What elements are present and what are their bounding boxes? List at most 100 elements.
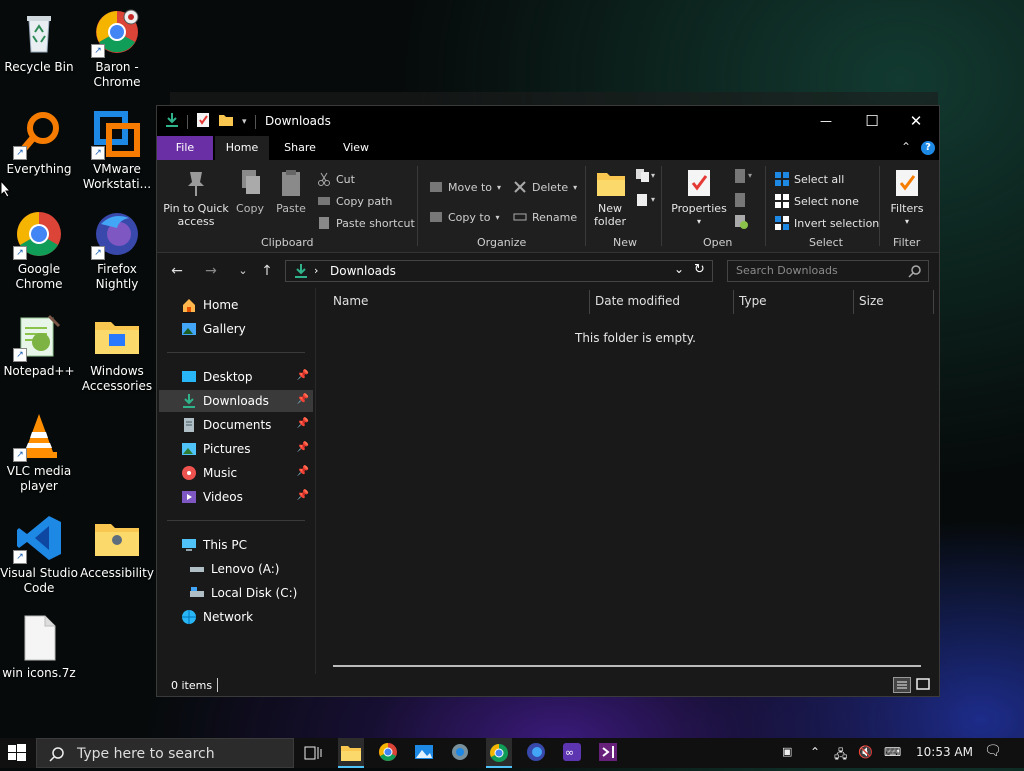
pin-icon[interactable]: 📌 (297, 394, 309, 405)
taskbar-visual-studio[interactable] (598, 742, 620, 764)
pin-icon[interactable]: 📌 (297, 442, 309, 453)
pin-icon[interactable]: 📌 (297, 370, 309, 381)
paste-button[interactable]: Paste (273, 168, 309, 215)
pin-icon[interactable]: 📌 (297, 418, 309, 429)
address-bar[interactable]: › Downloads ⌄ ↻ (285, 260, 713, 282)
taskbar-file-explorer[interactable] (338, 738, 364, 768)
nav-item-videos[interactable]: Videos 📌 (159, 486, 313, 508)
nav-item-this-pc[interactable]: This PC (159, 534, 313, 556)
horizontal-scrollbar[interactable] (333, 665, 921, 667)
search-box[interactable]: Search Downloads (727, 260, 929, 282)
nav-item-lenovo-drive[interactable]: Lenovo (A:) (159, 558, 313, 580)
easy-access-icon[interactable]: ▾ (635, 192, 657, 211)
maximize-button[interactable]: ☐ (849, 106, 895, 136)
volume-muted-icon[interactable]: 🔇 (858, 745, 873, 759)
desktop-icon-vscode[interactable]: ↗ Visual Studio Code (0, 514, 78, 596)
taskbar-vs-app[interactable]: ∞ (562, 742, 584, 764)
details-view-button[interactable] (893, 677, 911, 693)
pin-icon[interactable]: 📌 (297, 466, 309, 477)
copy-to-button[interactable]: Copy to ▾ (429, 210, 499, 224)
taskbar-image-viewer[interactable] (414, 742, 436, 764)
desktop-icon-everything[interactable]: ↗ Everything (0, 110, 78, 177)
tab-share[interactable]: Share (277, 136, 323, 160)
tray-notification-app-icon[interactable]: ▣ (782, 745, 792, 758)
new-folder-quick-icon[interactable] (218, 113, 234, 130)
minimize-button[interactable]: — (803, 106, 849, 136)
select-none-button[interactable]: Select none (775, 194, 859, 208)
task-view-button[interactable] (302, 742, 324, 764)
properties-button[interactable]: Properties ▾ (671, 168, 727, 228)
nav-item-home[interactable]: Home (159, 294, 313, 316)
column-separator[interactable] (853, 290, 854, 314)
notifications-icon[interactable]: 🗨 (984, 743, 1002, 759)
nav-item-music[interactable]: Music 📌 (159, 462, 313, 484)
search-input[interactable]: Search Downloads (736, 264, 838, 277)
tab-file[interactable]: File (157, 136, 213, 160)
move-to-button[interactable]: Move to ▾ (429, 180, 501, 194)
forward-button[interactable]: → (201, 262, 221, 280)
desktop-icon-firefox-nightly[interactable]: ↗ Firefox Nightly (78, 210, 156, 292)
desktop-icon-google-chrome[interactable]: ↗ Google Chrome (0, 210, 78, 292)
taskbar-search-input[interactable]: Type here to search (77, 746, 215, 762)
column-header-date-modified[interactable]: Date modified (595, 294, 680, 308)
taskbar-search-box[interactable]: Type here to search (36, 738, 294, 768)
up-button[interactable]: ↑ (257, 262, 277, 280)
cut-button[interactable]: Cut (317, 172, 355, 186)
copy-button[interactable]: Copy (233, 168, 267, 215)
large-icons-view-button[interactable] (915, 677, 933, 693)
network-status-icon[interactable]: 🖧 (834, 745, 847, 766)
column-header-size[interactable]: Size (859, 294, 884, 308)
start-button[interactable] (8, 744, 26, 765)
tab-home[interactable]: Home (215, 136, 269, 160)
taskbar-chrome-profile[interactable] (486, 738, 512, 768)
delete-button[interactable]: Delete ▾ (513, 180, 577, 194)
refresh-icon[interactable]: ↻ (694, 262, 705, 277)
open-file-icon[interactable]: ▾ (733, 168, 755, 187)
nav-item-downloads[interactable]: Downloads 📌 (159, 390, 313, 412)
recent-locations-chevron-icon[interactable]: ⌄ (233, 262, 253, 280)
keyboard-icon[interactable]: ⌨ (884, 745, 901, 759)
tab-view[interactable]: View (333, 136, 379, 160)
clock[interactable]: 10:53 AM (916, 745, 973, 759)
paste-shortcut-button[interactable]: Paste shortcut (317, 216, 415, 230)
select-all-button[interactable]: Select all (775, 172, 844, 186)
desktop-icon-win-icons-7z[interactable]: win icons.7z (0, 614, 78, 681)
nav-item-local-disk[interactable]: Local Disk (C:) (159, 582, 313, 604)
nav-item-pictures[interactable]: Pictures 📌 (159, 438, 313, 460)
pane-splitter[interactable] (315, 288, 316, 674)
new-folder-button[interactable]: New folder (591, 168, 629, 228)
column-header-name[interactable]: Name (333, 294, 368, 308)
rename-button[interactable]: Rename (513, 210, 577, 224)
pin-icon[interactable]: 📌 (297, 490, 309, 501)
taskbar-firefox-nightly[interactable] (526, 742, 548, 764)
desktop-icon-baron-chrome[interactable]: ↗ Baron - Chrome (78, 8, 156, 90)
nav-item-gallery[interactable]: Gallery (159, 318, 313, 340)
back-button[interactable]: ← (167, 262, 187, 280)
show-hidden-icons-chevron-icon[interactable]: ⌃ (810, 745, 820, 759)
breadcrumb-chevron-icon[interactable]: › (314, 264, 318, 277)
taskbar-settings[interactable] (450, 742, 472, 764)
properties-quick-icon[interactable] (196, 112, 210, 131)
desktop-icon-vlc[interactable]: ↗ VLC media player (0, 412, 78, 494)
address-history-chevron-icon[interactable]: ⌄ (674, 262, 684, 276)
column-separator[interactable] (589, 290, 590, 314)
desktop-icon-accessibility[interactable]: Accessibility (78, 514, 156, 581)
close-button[interactable]: ✕ (893, 106, 939, 136)
nav-item-network[interactable]: Network (159, 606, 313, 628)
desktop-icon-windows-accessories[interactable]: Windows Accessories (78, 312, 156, 394)
pin-to-quick-access-button[interactable]: Pin to Quick access (163, 168, 229, 228)
column-header-type[interactable]: Type (739, 294, 767, 308)
desktop-icon-recycle-bin[interactable]: Recycle Bin (0, 8, 78, 75)
desktop-icon-notepadpp[interactable]: ↗ Notepad++ (0, 312, 78, 379)
filters-button[interactable]: Filters ▾ (887, 168, 927, 228)
nav-item-desktop[interactable]: Desktop 📌 (159, 366, 313, 388)
title-bar[interactable]: ▾ Downloads — ☐ ✕ (157, 106, 939, 136)
column-separator[interactable] (733, 290, 734, 314)
taskbar-chrome[interactable] (378, 742, 400, 764)
collapse-ribbon-chevron-icon[interactable]: ⌃ (901, 140, 911, 154)
breadcrumb-downloads[interactable]: Downloads (330, 264, 396, 278)
customize-toolbar-chevron-icon[interactable]: ▾ (242, 117, 247, 127)
desktop-icon-vmware[interactable]: ↗ VMware Workstati... (78, 110, 156, 192)
copy-path-button[interactable]: Copy path (317, 194, 392, 208)
column-separator[interactable] (933, 290, 934, 314)
